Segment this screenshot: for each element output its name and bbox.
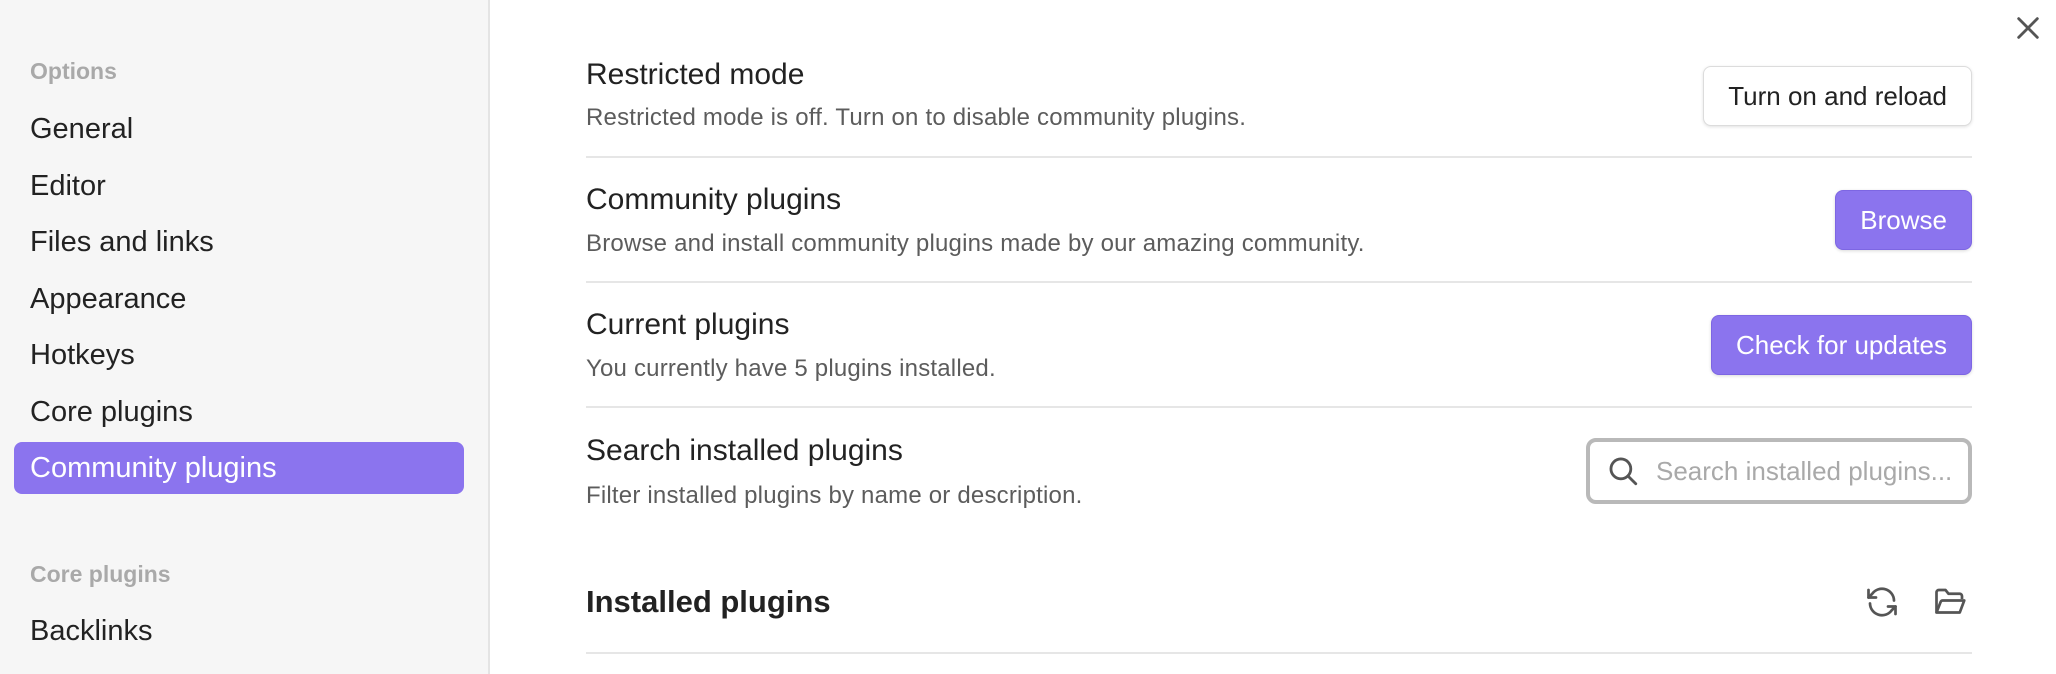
- turn-on-and-reload-button[interactable]: Turn on and reload: [1703, 66, 1972, 126]
- browse-button[interactable]: Browse: [1835, 190, 1972, 250]
- setting-name: Restricted mode: [586, 58, 805, 91]
- setting-description: You currently have 5 plugins installed.: [586, 355, 996, 382]
- sidebar-item-general[interactable]: General: [14, 103, 464, 155]
- settings-sidebar: Options General Editor Files and links A…: [0, 0, 490, 674]
- divider: [586, 652, 1972, 654]
- setting-name: Current plugins: [586, 308, 790, 341]
- settings-window: Options General Editor Files and links A…: [0, 0, 2056, 674]
- setting-current-plugins: Current plugins You currently have 5 plu…: [586, 283, 1972, 408]
- setting-description: Filter installed plugins by name or desc…: [586, 482, 1083, 509]
- sidebar-item-backlinks[interactable]: Backlinks: [14, 605, 464, 657]
- sidebar-item-core-plugins[interactable]: Core plugins: [14, 386, 464, 438]
- installed-plugins-title: Installed plugins: [586, 584, 831, 619]
- sidebar-item-files-and-links[interactable]: Files and links: [14, 216, 464, 268]
- sidebar-item-appearance[interactable]: Appearance: [14, 273, 464, 325]
- setting-name: Community plugins: [586, 183, 842, 216]
- setting-description: Restricted mode is off. Turn on to disab…: [586, 104, 1247, 131]
- setting-description: Browse and install community plugins mad…: [586, 230, 1365, 257]
- folder-open-icon[interactable]: [1928, 580, 1972, 624]
- sidebar-item-community-plugins[interactable]: Community plugins: [14, 442, 464, 494]
- search-installed-plugins-field[interactable]: [1586, 438, 1972, 504]
- setting-name: Search installed plugins: [586, 434, 903, 467]
- close-icon[interactable]: [2010, 10, 2046, 46]
- reload-icon[interactable]: [1860, 580, 1904, 624]
- search-input[interactable]: [1656, 455, 1956, 487]
- setting-community-plugins: Community plugins Browse and install com…: [586, 158, 1972, 283]
- search-icon: [1606, 454, 1640, 488]
- sidebar-item-editor[interactable]: Editor: [14, 160, 464, 212]
- settings-content: Restricted mode Restricted mode is off. …: [586, 0, 1972, 674]
- core-plugins-heading: Core plugins: [30, 561, 171, 587]
- sidebar-item-hotkeys[interactable]: Hotkeys: [14, 329, 464, 381]
- check-for-updates-button[interactable]: Check for updates: [1710, 315, 1972, 375]
- options-heading: Options: [30, 58, 117, 84]
- setting-restricted-mode: Restricted mode Restricted mode is off. …: [586, 48, 1972, 158]
